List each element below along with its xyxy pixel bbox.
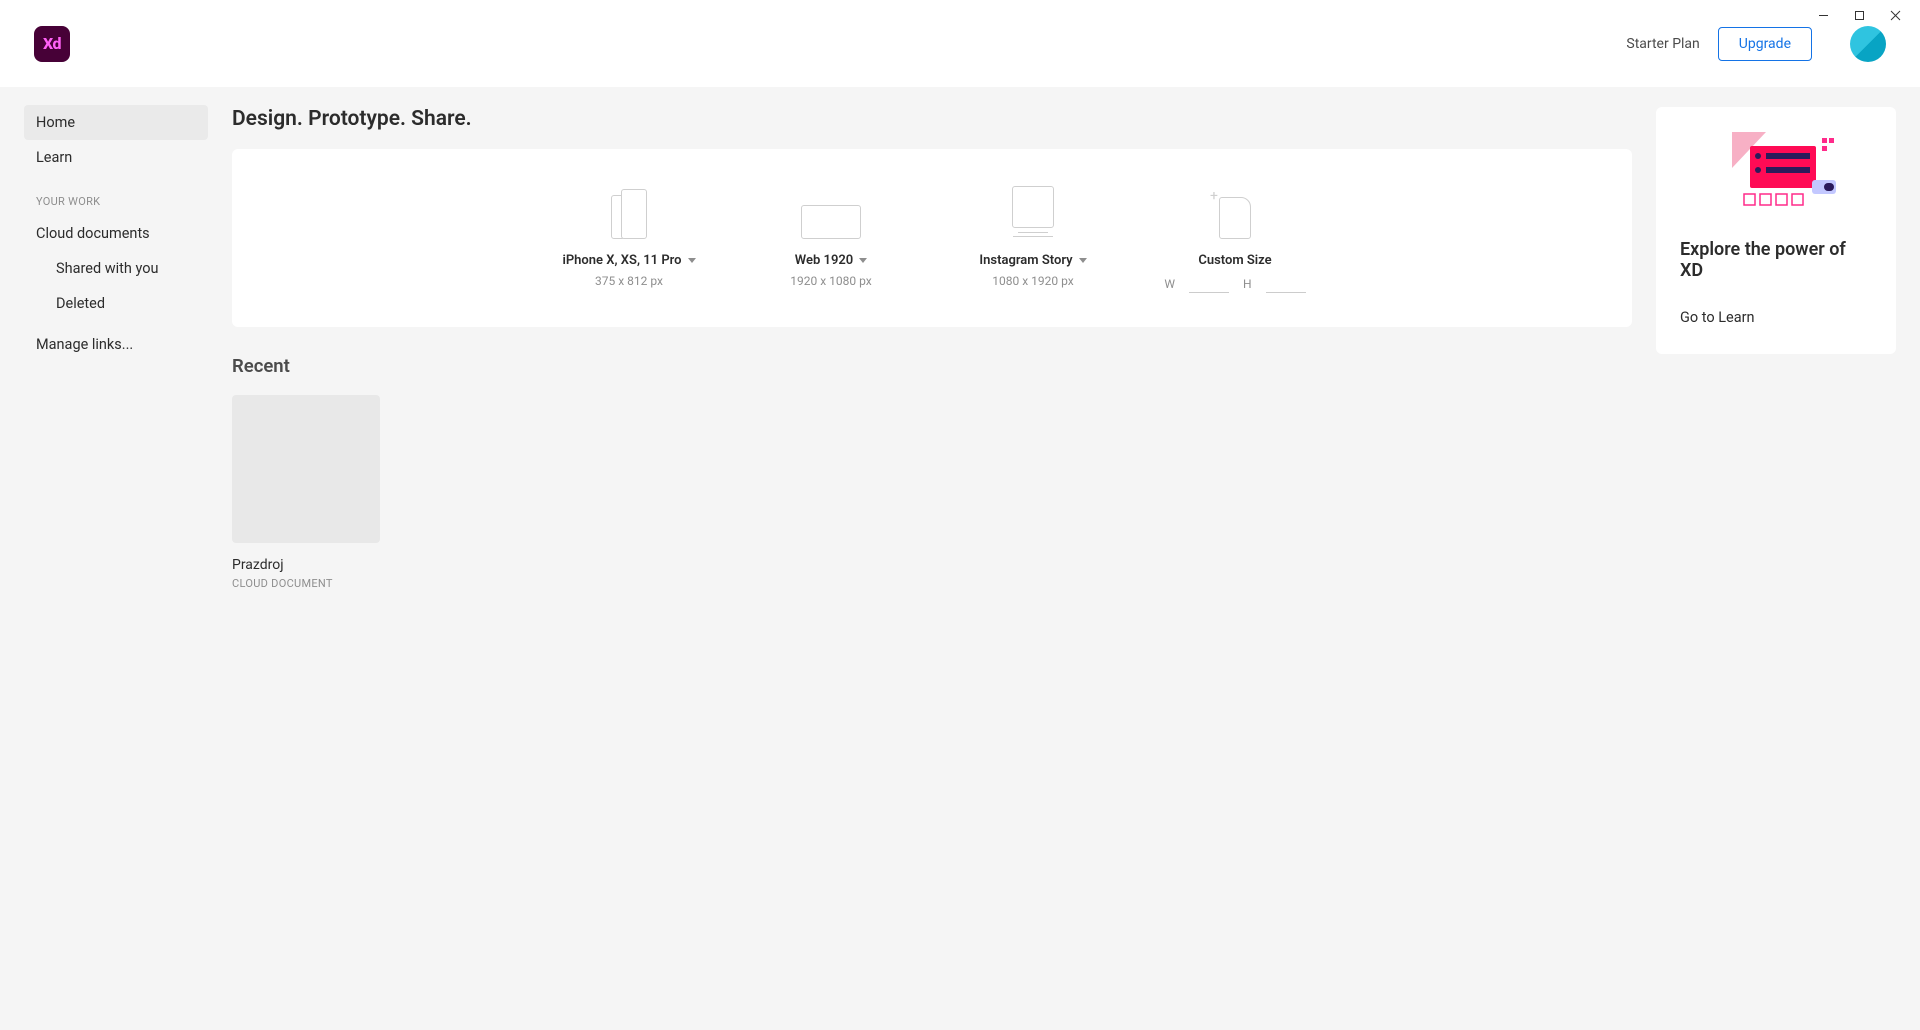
web-icon <box>801 183 861 239</box>
instagram-icon <box>1012 183 1054 239</box>
preset-dims: 1080 x 1920 px <box>992 274 1073 288</box>
chevron-down-icon[interactable] <box>859 258 867 263</box>
avatar[interactable] <box>1850 26 1886 62</box>
preset-dims: 375 x 812 px <box>595 274 663 288</box>
upgrade-button[interactable]: Upgrade <box>1718 27 1812 61</box>
preset-label: iPhone X, XS, 11 Pro <box>562 253 681 268</box>
preset-label: Web 1920 <box>795 253 853 268</box>
maximize-icon[interactable] <box>1852 8 1866 22</box>
app-logo: Xd <box>34 26 70 62</box>
height-label: H <box>1243 277 1252 291</box>
sidebar-item-shared[interactable]: Shared with you <box>24 251 208 286</box>
sidebar: Home Learn YOUR WORK Cloud documents Sha… <box>0 87 232 1030</box>
preset-label: Instagram Story <box>979 253 1072 268</box>
close-icon[interactable] <box>1888 8 1902 22</box>
chevron-down-icon[interactable] <box>688 258 696 263</box>
page-title: Design. Prototype. Share. <box>232 107 1632 131</box>
sidebar-item-deleted[interactable]: Deleted <box>24 286 208 321</box>
go-to-learn-link[interactable]: Go to Learn <box>1680 309 1872 326</box>
preset-dims: 1920 x 1080 px <box>790 274 871 288</box>
width-input[interactable] <box>1189 274 1229 293</box>
recent-item[interactable]: Prazdroj CLOUD DOCUMENT <box>232 395 380 590</box>
sidebar-item-manage-links[interactable]: Manage links... <box>24 327 208 362</box>
preset-custom[interactable]: + Custom Size W H <box>1165 183 1305 293</box>
width-label: W <box>1164 277 1175 291</box>
explore-panel: Explore the power of XD Go to Learn <box>1656 107 1896 354</box>
window-controls <box>1816 0 1920 30</box>
recent-thumbnail <box>232 395 380 543</box>
presets-card: iPhone X, XS, 11 Pro 375 x 812 px Web 19… <box>232 149 1632 327</box>
sidebar-item-home[interactable]: Home <box>24 105 208 140</box>
sidebar-item-cloud-documents[interactable]: Cloud documents <box>24 216 208 251</box>
chevron-down-icon[interactable] <box>1079 258 1087 263</box>
explore-illustration <box>1680 127 1872 217</box>
sidebar-item-learn[interactable]: Learn <box>24 140 208 175</box>
phone-icon <box>611 183 647 239</box>
height-input[interactable] <box>1266 274 1306 293</box>
sidebar-section-header: YOUR WORK <box>24 175 208 216</box>
minimize-icon[interactable] <box>1816 8 1830 22</box>
preset-label: Custom Size <box>1198 253 1271 268</box>
recent-type: CLOUD DOCUMENT <box>232 577 380 590</box>
recent-name: Prazdroj <box>232 557 380 573</box>
header: Xd Starter Plan Upgrade <box>0 0 1920 87</box>
preset-web[interactable]: Web 1920 1920 x 1080 px <box>761 183 901 293</box>
explore-title: Explore the power of XD <box>1680 239 1872 281</box>
document-icon: + <box>1219 183 1251 239</box>
preset-iphone[interactable]: iPhone X, XS, 11 Pro 375 x 812 px <box>559 183 699 293</box>
plan-label: Starter Plan <box>1626 36 1699 52</box>
recent-title: Recent <box>232 355 1632 377</box>
preset-instagram[interactable]: Instagram Story 1080 x 1920 px <box>963 183 1103 293</box>
